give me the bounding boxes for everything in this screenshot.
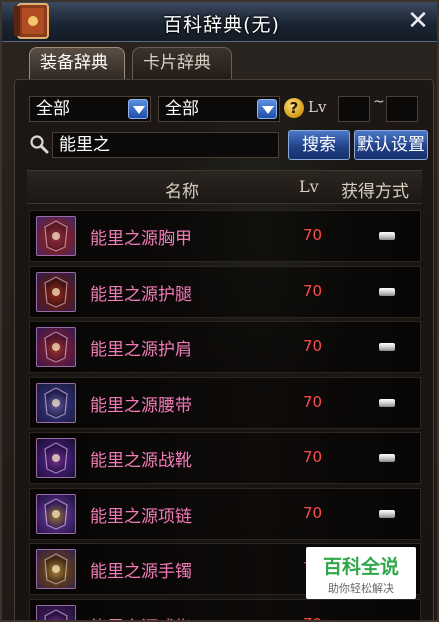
minus-icon <box>379 232 395 240</box>
item-level: 70 <box>303 503 323 522</box>
help-icon[interactable]: ? <box>284 98 304 118</box>
item-level: 70 <box>303 281 323 300</box>
item-name: 能里之源护肩 <box>90 340 192 360</box>
watermark-logo: 百科全说 助你轻松解决 <box>306 547 416 599</box>
column-header-level: Lv <box>299 177 319 196</box>
necklace-icon <box>36 493 76 534</box>
column-header-name: 名称 <box>165 182 199 202</box>
level-label: Lv <box>308 98 327 116</box>
shoulder-armor-icon <box>36 327 76 367</box>
item-name: 能里之源手镯 <box>90 562 192 582</box>
search-input[interactable]: 能里之 <box>52 132 279 158</box>
item-name: 能里之源腰带 <box>90 395 192 416</box>
table-row[interactable]: 能里之源护肩 70 <box>29 321 421 373</box>
type-dropdown-value: 全部 <box>165 99 199 119</box>
column-header-source: 获得方式 <box>341 182 409 202</box>
search-icon <box>29 134 49 154</box>
item-name: 能里之源胸甲 <box>90 229 192 249</box>
table-row[interactable]: 能里之源戒指 70 <box>29 598 421 621</box>
item-name: 能里之源战靴 <box>90 451 192 471</box>
item-level: 70 <box>303 226 323 244</box>
level-min-input[interactable] <box>338 96 370 122</box>
chevron-down-icon[interactable] <box>257 99 277 119</box>
item-name: 能里之源项链 <box>90 506 192 527</box>
table-row[interactable]: 能里之源腰带 70 <box>29 376 421 429</box>
category-dropdown[interactable]: 全部 <box>29 96 151 122</box>
minus-icon <box>379 343 395 351</box>
table-row[interactable]: 能里之源项链 70 <box>29 487 421 540</box>
item-level: 70 <box>303 392 323 411</box>
window-title: 百科辞典(无) <box>163 14 280 36</box>
chevron-down-icon[interactable] <box>128 99 148 119</box>
item-name: 能里之源护腿 <box>90 284 192 305</box>
boots-icon <box>36 438 76 478</box>
level-range-separator: ~ <box>373 94 385 110</box>
table-header: 名称 Lv 获得方式 <box>27 170 422 204</box>
ring-icon <box>36 604 76 620</box>
item-level: 70 <box>303 615 322 621</box>
type-dropdown[interactable]: 全部 <box>158 96 280 122</box>
table-row[interactable]: 能里之源战靴 70 <box>29 432 421 484</box>
leg-armor-icon <box>36 271 76 312</box>
tab-equipment[interactable]: 装备辞典 <box>29 47 125 79</box>
bracelet-icon <box>36 549 76 589</box>
item-name: 能里之源戒指 <box>90 613 192 621</box>
encyclopedia-window: 百科辞典(无) ✕ 装备辞典 卡片辞典 全部 全部 ? Lv ~ 能里之 搜索 … <box>0 0 439 622</box>
item-level: 70 <box>303 337 323 355</box>
minus-icon <box>379 454 395 462</box>
item-level: 70 <box>303 448 323 466</box>
search-button[interactable]: 搜索 <box>288 130 350 160</box>
default-settings-button[interactable]: 默认设置 <box>354 130 428 160</box>
title-bar: 百科辞典(无) ✕ <box>2 2 437 42</box>
minus-icon <box>379 287 395 296</box>
watermark-subtitle: 助你轻松解决 <box>328 582 394 595</box>
minus-icon <box>379 509 395 518</box>
tab-cards[interactable]: 卡片辞典 <box>132 47 232 79</box>
table-row[interactable]: 能里之源护腿 70 <box>29 265 421 318</box>
category-dropdown-value: 全部 <box>36 99 70 119</box>
watermark-title: 百科全说 <box>322 556 399 578</box>
minus-icon <box>379 398 395 407</box>
close-button[interactable]: ✕ <box>405 8 431 34</box>
table-row[interactable]: 能里之源胸甲 70 <box>29 210 421 262</box>
level-max-input[interactable] <box>386 96 418 122</box>
belt-icon <box>36 382 76 423</box>
chest-armor-icon <box>36 216 76 256</box>
